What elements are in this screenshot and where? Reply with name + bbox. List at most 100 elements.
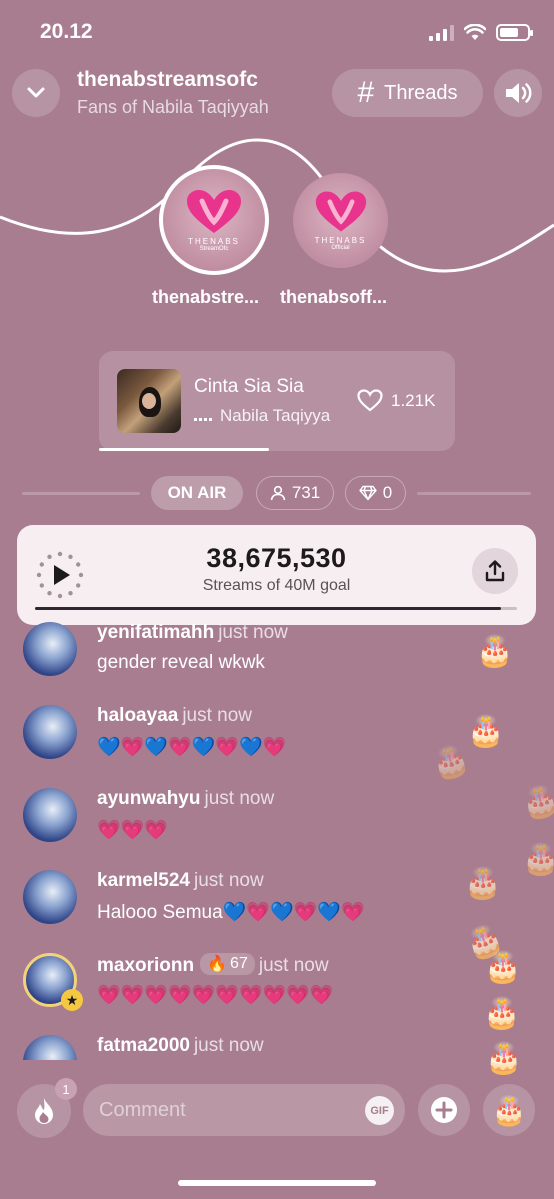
notification-badge: 1: [55, 1078, 77, 1100]
stream-goal-label: Streams of 40M goal: [202, 577, 351, 594]
avatar[interactable]: [23, 622, 77, 676]
host-logo-text: THENABS: [314, 236, 367, 245]
person-icon: [270, 485, 286, 501]
avatar[interactable]: [23, 870, 77, 924]
song-artist: Nabila Taqiyya: [194, 406, 330, 426]
fire-badge: 🔥 67: [200, 953, 255, 975]
album-art: [117, 369, 181, 433]
avatar[interactable]: [23, 705, 77, 759]
comment-text: Halooo Semua💙💗💙💗💙💗: [97, 902, 365, 923]
on-air-label: ON AIR: [167, 483, 227, 502]
comment-item: haloayaa just now 💙💗💙💗💙💗💙💗: [23, 705, 443, 765]
equalizer-icon: [194, 411, 212, 421]
cake-reaction-icon: 🎂: [464, 867, 502, 900]
add-button[interactable]: [418, 1084, 470, 1136]
room-title: thenabstreamsofc: [77, 68, 258, 91]
cake-reaction-icon: 🎂: [485, 1042, 523, 1075]
comment-time: just now: [193, 1035, 264, 1056]
comment-time: just now: [182, 705, 253, 726]
plus-icon: [431, 1097, 457, 1123]
comment-username[interactable]: maxorionn: [97, 955, 194, 976]
cake-reaction-icon: 🎂: [483, 997, 521, 1030]
song-title: Cinta Sia Sia: [194, 376, 304, 397]
comment-user[interactable]: yenifatimahh just now: [97, 622, 288, 644]
listener-count[interactable]: 731: [256, 476, 334, 510]
comment-item: ayunwahyu just now 💗💗💗: [23, 788, 443, 848]
comment-username[interactable]: ayunwahyu: [97, 788, 200, 809]
threads-label: Threads: [384, 81, 458, 104]
heart-logo-icon: [187, 189, 241, 233]
comment-user[interactable]: fatma2000 just now: [97, 1035, 264, 1057]
gif-button[interactable]: GIF: [365, 1096, 394, 1125]
comment-text: 💗💗💗💗💗💗💗💗💗💗: [97, 985, 334, 1006]
cellular-signal-icon: [429, 24, 454, 41]
battery-icon: [496, 24, 533, 41]
collapse-button[interactable]: [12, 69, 60, 117]
like-button[interactable]: 1.21K: [357, 389, 435, 412]
comment-time: just now: [193, 870, 264, 891]
song-progress-bar: [99, 448, 269, 451]
comment-username[interactable]: haloayaa: [97, 705, 178, 726]
host-logo-sub: StreamOfc: [199, 245, 229, 252]
stream-goal-card: 38,675,530 Streams of 40M goal: [17, 525, 536, 625]
listener-count-value: 731: [291, 483, 321, 502]
host-name[interactable]: thenabsoff...: [280, 287, 387, 308]
flame-icon: [35, 1098, 53, 1124]
diamond-count[interactable]: 0: [345, 476, 406, 510]
comment-username[interactable]: yenifatimahh: [97, 622, 214, 643]
comment-item: karmel524 just now Halooo Semua💙💗💙💗💙💗: [23, 870, 443, 930]
comment-text: 💗💗💗: [97, 820, 168, 841]
avatar[interactable]: [23, 788, 77, 842]
now-playing-card[interactable]: Cinta Sia Sia Nabila Taqiyya 1.21K: [99, 351, 455, 451]
on-air-badge: ON AIR: [151, 476, 243, 510]
comment-input[interactable]: [83, 1084, 405, 1136]
share-icon: [485, 560, 505, 582]
cake-reaction-icon: 🎂: [518, 782, 554, 823]
cake-reaction-icon: 🎂: [522, 843, 554, 876]
like-count: 1.21K: [391, 390, 436, 410]
song-artist-name: Nabila Taqiyya: [220, 406, 331, 425]
cake-gift-button[interactable]: 🎂: [483, 1084, 535, 1136]
chevron-down-icon: [27, 87, 45, 98]
comment-user[interactable]: haloayaa just now: [97, 705, 252, 727]
diamond-icon: [359, 485, 377, 501]
comment-item: yenifatimahh just now gender reveal wkwk: [23, 622, 443, 682]
share-button[interactable]: [472, 548, 518, 594]
host-name[interactable]: thenabstre...: [152, 287, 259, 308]
comment-username[interactable]: karmel524: [97, 870, 190, 891]
comment-user[interactable]: maxorionn 🔥 67 just now: [97, 953, 329, 977]
comment-time: just now: [218, 622, 288, 643]
cake-reaction-icon: 🎂: [484, 951, 522, 984]
star-icon: ★: [61, 989, 83, 1011]
fire-icon: 🔥: [207, 956, 228, 973]
threads-button[interactable]: # Threads: [332, 69, 483, 117]
cake-reaction-icon: 🎂: [467, 715, 505, 748]
status-time: 20.12: [40, 20, 93, 43]
comment-user[interactable]: karmel524 just now: [97, 870, 264, 892]
speaker-icon: [506, 83, 532, 103]
stream-progress-fill: [35, 607, 502, 610]
comment-time: just now: [258, 955, 329, 976]
host-logo-text: THENABS: [188, 236, 240, 246]
host-avatar[interactable]: THENABS StreamOfc: [159, 165, 269, 275]
heart-outline-icon: [357, 389, 383, 412]
volume-button[interactable]: [494, 69, 542, 117]
comment-username[interactable]: fatma2000: [97, 1035, 190, 1056]
wave-decoration: [0, 138, 554, 273]
hashtag-icon: #: [357, 76, 375, 109]
comment-text: gender reveal wkwk: [97, 652, 265, 673]
heart-logo-icon: [315, 191, 366, 232]
diamond-count-value: 0: [382, 483, 393, 502]
comment-text: 💙💗💙💗💙💗💙💗: [97, 737, 287, 758]
comment-user[interactable]: ayunwahyu just now: [97, 788, 274, 810]
comment-item: fatma2000 just now: [23, 1035, 443, 1060]
cake-reaction-icon: 🎂: [476, 635, 514, 668]
room-subtitle: Fans of Nabila Taqiyyah: [77, 97, 269, 117]
host-logo-sub: Official: [331, 245, 350, 251]
avatar[interactable]: [23, 1035, 77, 1060]
host-avatar[interactable]: THENABS Official: [293, 173, 388, 268]
home-indicator: [178, 1180, 376, 1186]
divider: [417, 492, 531, 495]
comment-item: ★ maxorionn 🔥 67 just now 💗💗💗💗💗💗💗💗💗💗: [23, 953, 443, 1013]
fire-count: 67: [230, 955, 248, 972]
